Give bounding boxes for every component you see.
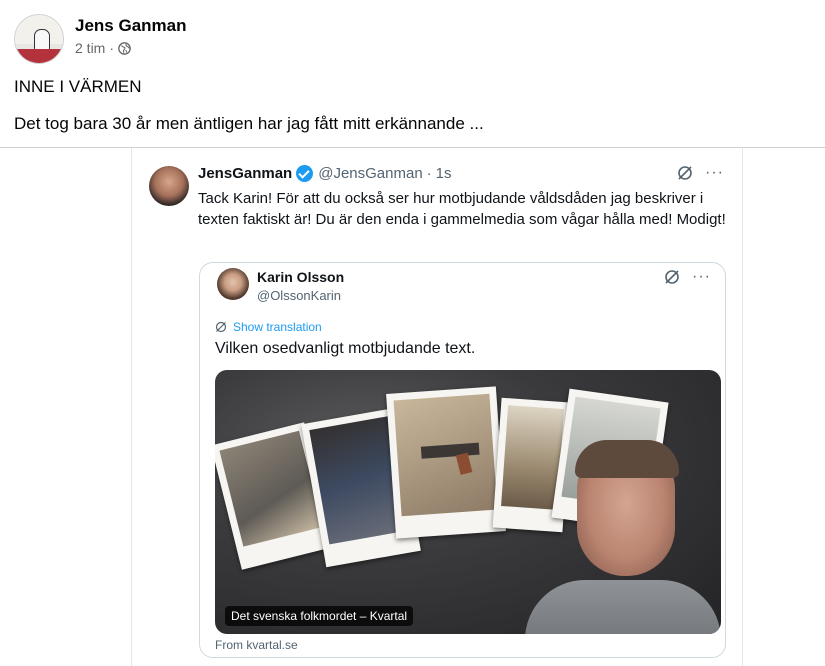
more-icon: ···: [692, 268, 711, 285]
link-source: From kvartal.se: [215, 638, 298, 652]
quote-author-handle: @OlssonKarin: [257, 288, 342, 303]
quote-media-image: Det svenska folkmordet – Kvartal: [215, 370, 721, 634]
show-translation-link: Show translation: [215, 320, 322, 334]
tweet-actions: ···: [677, 165, 724, 181]
tweet-author-name: JensGanman: [198, 165, 293, 182]
tweet-header: JensGanman @JensGanman · 1s: [198, 165, 452, 182]
verified-check-icon: [296, 165, 314, 182]
media-caption: Det svenska folkmordet – Kvartal: [225, 606, 414, 626]
author-name[interactable]: Jens Ganman: [75, 16, 187, 36]
tweet-body: Tack Karin! För att du också ser hur mot…: [198, 190, 726, 228]
more-icon: ···: [705, 164, 724, 181]
grok-icon: [664, 269, 680, 285]
tweet-separator: ·: [426, 165, 432, 182]
globe-icon[interactable]: [118, 41, 131, 55]
translate-icon: [215, 321, 227, 333]
quote-author-name: Karin Olsson: [257, 269, 345, 285]
tweet-time: 1s: [435, 165, 452, 182]
post-meta: 2 tim ·: [75, 40, 187, 56]
meta-separator: ·: [109, 40, 115, 56]
show-translation-label: Show translation: [233, 320, 322, 334]
post-time[interactable]: 2 tim: [75, 40, 105, 56]
author-block: Jens Ganman 2 tim ·: [75, 16, 187, 56]
quote-author-avatar: [217, 268, 249, 300]
quoted-tweet: Karin Olsson @OlssonKarin ··· Show trans…: [199, 262, 726, 658]
tweet-author-handle: @JensGanman: [318, 165, 423, 182]
grok-icon: [677, 165, 693, 181]
portrait-man: [515, 440, 721, 634]
tweet-screenshot-image[interactable]: JensGanman @JensGanman · 1s ··· Tack Kar…: [131, 148, 743, 666]
post-header: Jens Ganman 2 tim ·: [14, 14, 187, 64]
post-title: INNE I VÄRMEN: [14, 77, 142, 96]
photo-card-gun: [386, 386, 506, 539]
quote-actions: ···: [664, 269, 711, 285]
author-avatar[interactable]: [14, 14, 64, 64]
post-text: Det tog bara 30 år men äntligen har jag …: [14, 114, 484, 133]
quote-text: Vilken osedvanligt motbjudande text.: [215, 340, 476, 357]
tweet-author-avatar: [149, 166, 189, 206]
